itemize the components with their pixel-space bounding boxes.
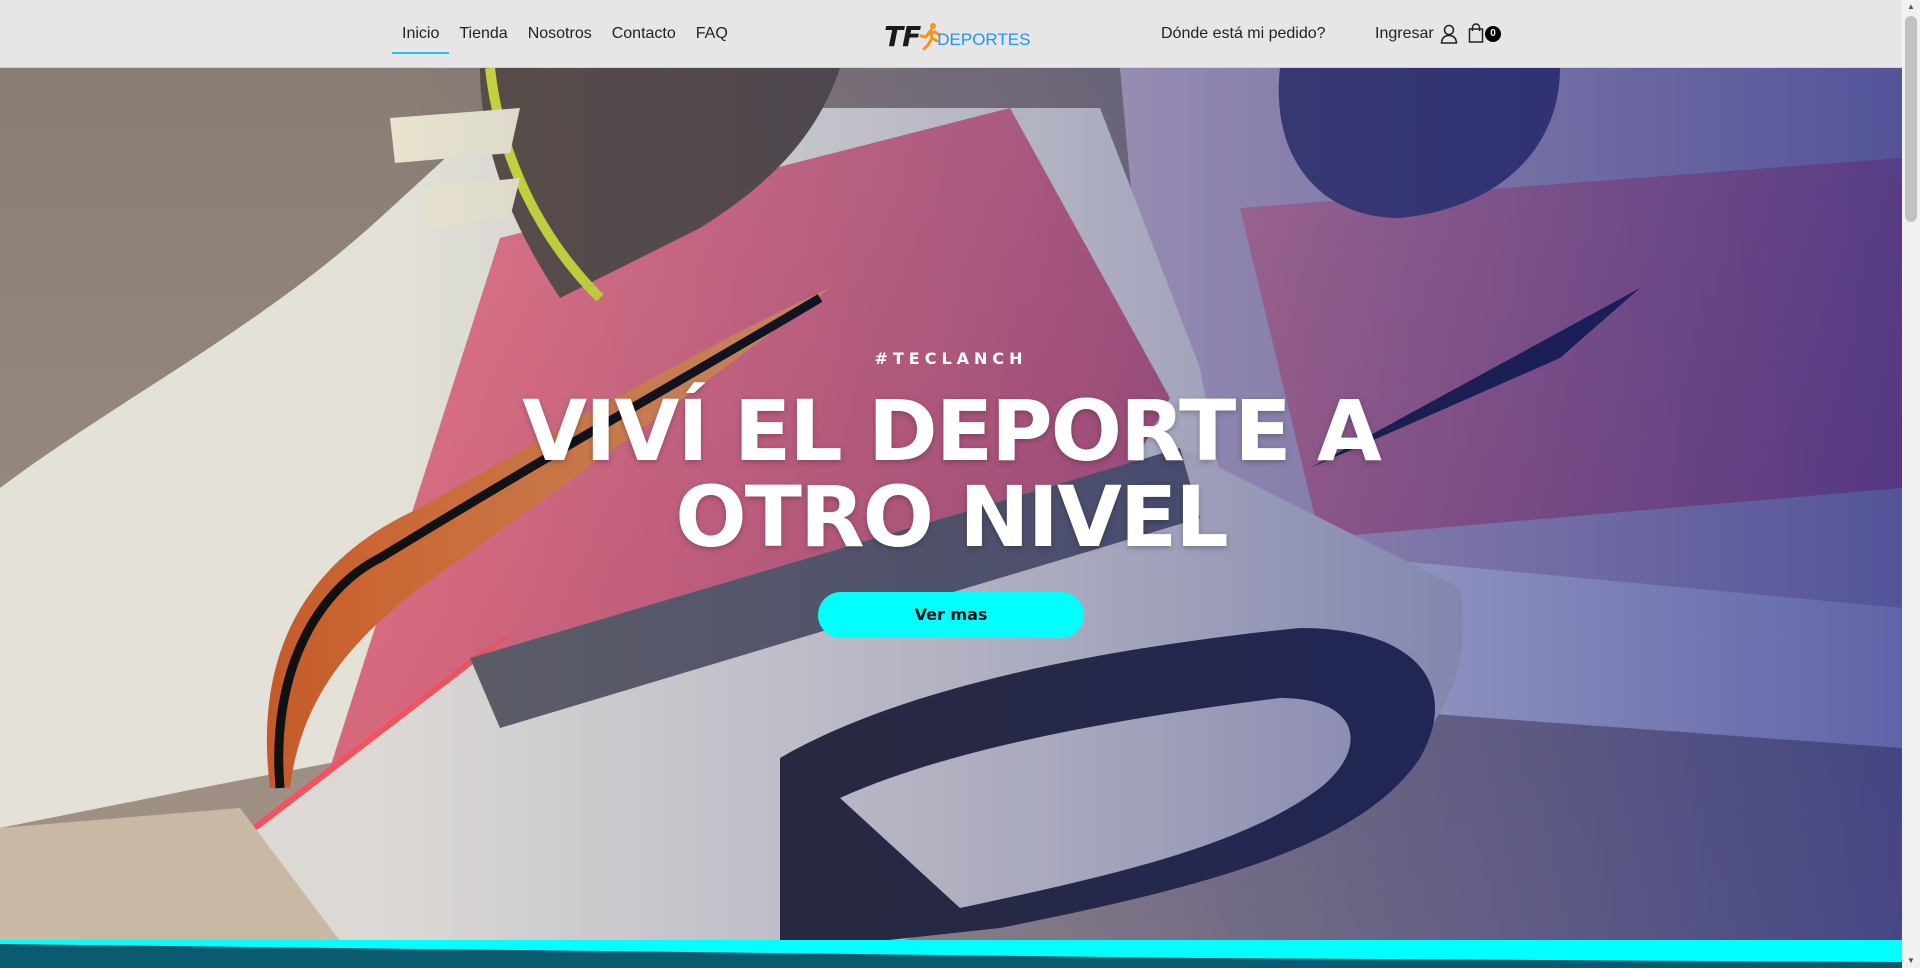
nav-inicio[interactable]: Inicio xyxy=(392,0,450,68)
main-nav: Inicio Tienda Nosotros Contacto FAQ xyxy=(392,0,738,68)
logo-mark: TF xyxy=(884,20,921,53)
section-divider-band xyxy=(0,940,1902,968)
track-order-link[interactable]: Dónde está mi pedido? xyxy=(1161,0,1326,68)
logo-text: DEPORTES xyxy=(937,30,1031,49)
hero-heading-line-2: OTRO NIVEL xyxy=(675,468,1229,566)
hero-heading: VIVÍ EL DEPORTE A OTRO NIVEL xyxy=(0,388,1902,560)
login-button[interactable]: Ingresar xyxy=(1375,0,1458,68)
site-logo[interactable]: TF DEPORTES xyxy=(884,16,1030,52)
cart-count-badge: 0 xyxy=(1485,26,1501,42)
nav-faq[interactable]: FAQ xyxy=(686,0,738,68)
login-label: Ingresar xyxy=(1375,25,1434,42)
cart-button[interactable]: 0 xyxy=(1468,22,1502,46)
hero-heading-line-1: VIVÍ EL DEPORTE A xyxy=(522,382,1382,480)
shopping-bag-icon xyxy=(1468,23,1484,43)
nav-tienda[interactable]: Tienda xyxy=(449,0,517,68)
hero-banner: #TECLANCH VIVÍ EL DEPORTE A OTRO NIVEL V… xyxy=(0,68,1902,941)
nav-contacto[interactable]: Contacto xyxy=(602,0,686,68)
scroll-up-arrow[interactable]: ▲ xyxy=(1902,0,1920,14)
ver-mas-button[interactable]: Ver mas xyxy=(818,592,1084,638)
scroll-down-arrow[interactable]: ▼ xyxy=(1902,954,1920,968)
page-scrollbar[interactable]: ▲ ▼ xyxy=(1902,0,1920,968)
scroll-thumb[interactable] xyxy=(1905,16,1917,222)
site-header: Inicio Tienda Nosotros Contacto FAQ TF D… xyxy=(0,0,1902,68)
hero-tagline: #TECLANCH xyxy=(874,349,1028,368)
nav-nosotros[interactable]: Nosotros xyxy=(518,0,602,68)
user-icon xyxy=(1440,24,1458,44)
